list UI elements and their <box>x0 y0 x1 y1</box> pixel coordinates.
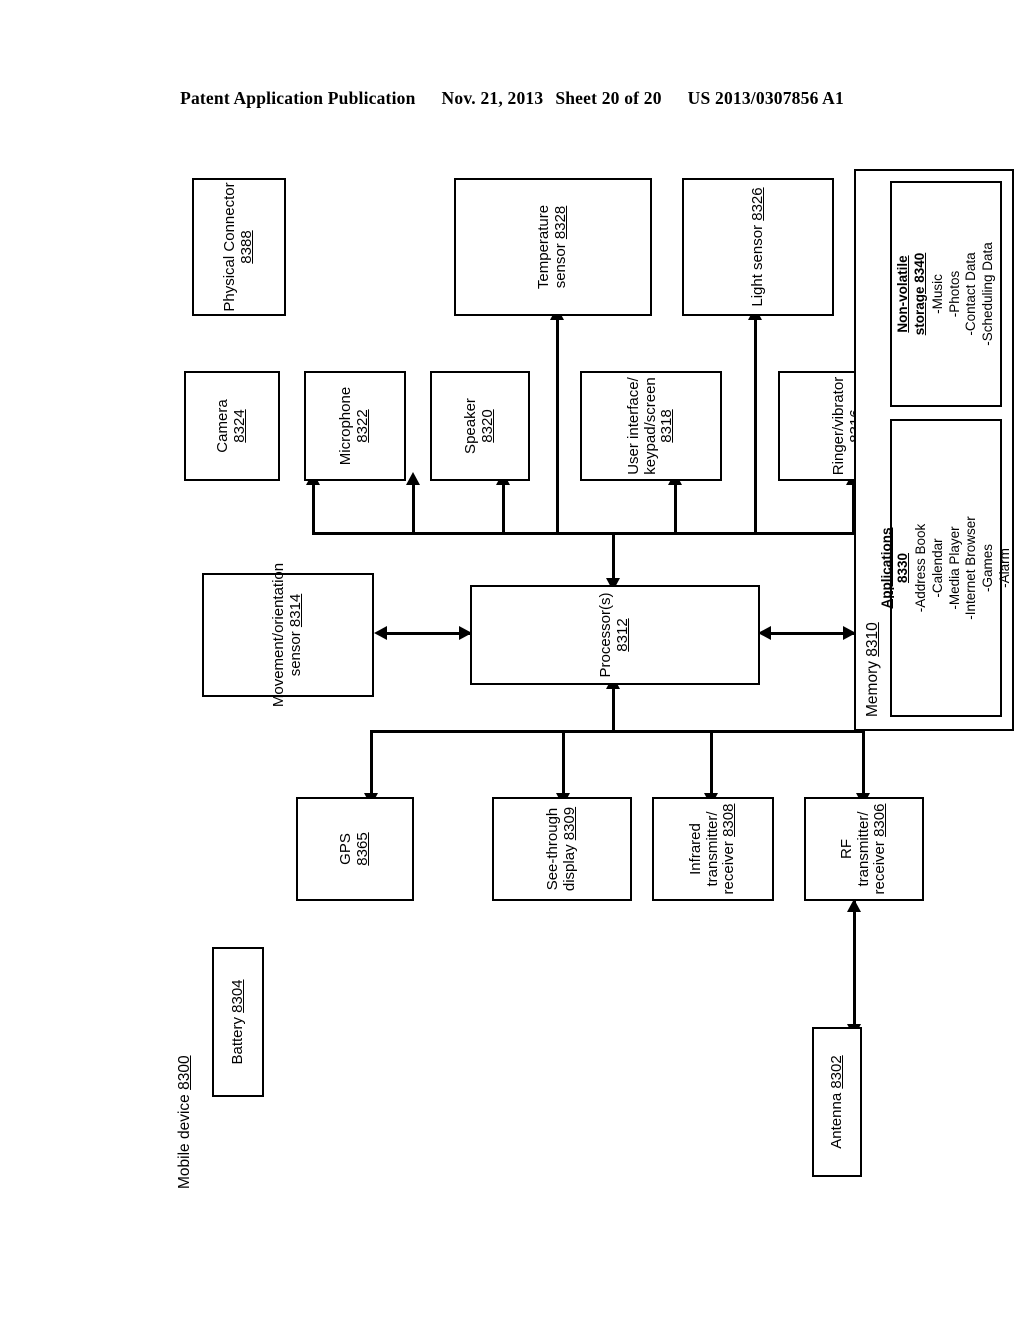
block-physical-connector: Physical Connector 8388 <box>192 178 286 316</box>
applications-item: -Alarm <box>996 548 1012 588</box>
block-gps: GPS 8365 <box>296 797 414 901</box>
block-light-sensor: Light sensor 8326 <box>682 178 834 316</box>
block-nonvolatile-storage: Non-volatile storage 8340 -Music -Photos… <box>890 181 1002 407</box>
memory-title: Memory 8310 <box>864 622 881 717</box>
connector-processor-rf <box>862 731 865 797</box>
applications-heading: Applications 8330 <box>878 527 911 609</box>
block-rf-transmitter-receiver: RF transmitter/receiver 8306 <box>804 797 924 901</box>
patent-number: US 2013/0307856 A1 <box>687 88 844 108</box>
publication-date: Nov. 21, 2013 <box>441 88 544 108</box>
connector-processor-display <box>562 731 565 797</box>
connector-processor-movement <box>384 632 470 635</box>
nonvolatile-item: -Music <box>929 274 945 314</box>
sheet-number: Sheet 20 of 20 <box>555 88 662 108</box>
block-temperature-sensor: Temperature sensor 8328 <box>454 178 652 316</box>
figure-8-diagram: Mobile device 8300 FIG. 8 <box>162 165 1014 1195</box>
block-processor: Processor(s) 8312 <box>470 585 760 685</box>
page-header: Patent Application Publication Nov. 21, 2… <box>0 88 1024 109</box>
block-battery: Battery 8304 <box>212 947 264 1097</box>
nonvolatile-item: -Contact Data <box>963 252 979 336</box>
block-applications: Applications 8330 -Address Book -Calenda… <box>879 419 1012 717</box>
connector-processor-light <box>754 316 757 535</box>
block-see-through-display: See-through display 8309 <box>492 797 632 901</box>
block-movement-orientation-sensor: Movement/orientation sensor 8314 <box>202 563 374 707</box>
block-speaker: Speaker 8320 <box>430 371 530 481</box>
arrowhead-movement <box>374 626 387 640</box>
connector-processor-speaker <box>502 481 505 535</box>
connector-processor-ui <box>674 481 677 535</box>
connector-processor-gps <box>370 731 373 797</box>
connector-processor-memory <box>766 632 854 635</box>
connector-left-spine <box>370 730 862 733</box>
connector-into-processor-left <box>612 685 615 733</box>
block-infrared-transmitter-receiver: Infrared transmitter/receiver 8308 <box>652 797 774 901</box>
nonvolatile-item: -Photos <box>946 270 962 318</box>
applications-item: -Internet Browser <box>963 516 979 620</box>
block-user-interface: User interface/keypad/screen 8318 <box>580 371 722 481</box>
connector-processor-microphone <box>412 481 415 535</box>
connector-processor-infrared <box>710 731 713 797</box>
connector-spine-to-processor-right <box>612 533 615 582</box>
applications-item: -Games <box>979 544 995 593</box>
publication-title: Patent Application Publication <box>180 88 416 108</box>
block-microphone: Microphone 8322 <box>304 371 406 481</box>
connector-right-spine <box>312 532 852 535</box>
applications-item: -Address Book <box>913 523 929 613</box>
arrowhead-microphone <box>406 472 420 485</box>
block-camera: Camera 8324 <box>184 371 280 481</box>
applications-item: -Media Player <box>946 526 962 610</box>
diagram-label-mobile-device: Mobile device 8300 <box>176 1055 193 1189</box>
connector-processor-temperature <box>556 316 559 535</box>
applications-item: -Calendar <box>929 538 945 598</box>
block-antenna: Antenna 8302 <box>812 1027 862 1177</box>
connector-antenna-rf <box>853 901 856 1027</box>
nonvolatile-heading: Non-volatile storage 8340 <box>895 252 928 336</box>
connector-processor-camera <box>312 481 315 535</box>
nonvolatile-item: -Scheduling Data <box>979 242 995 346</box>
